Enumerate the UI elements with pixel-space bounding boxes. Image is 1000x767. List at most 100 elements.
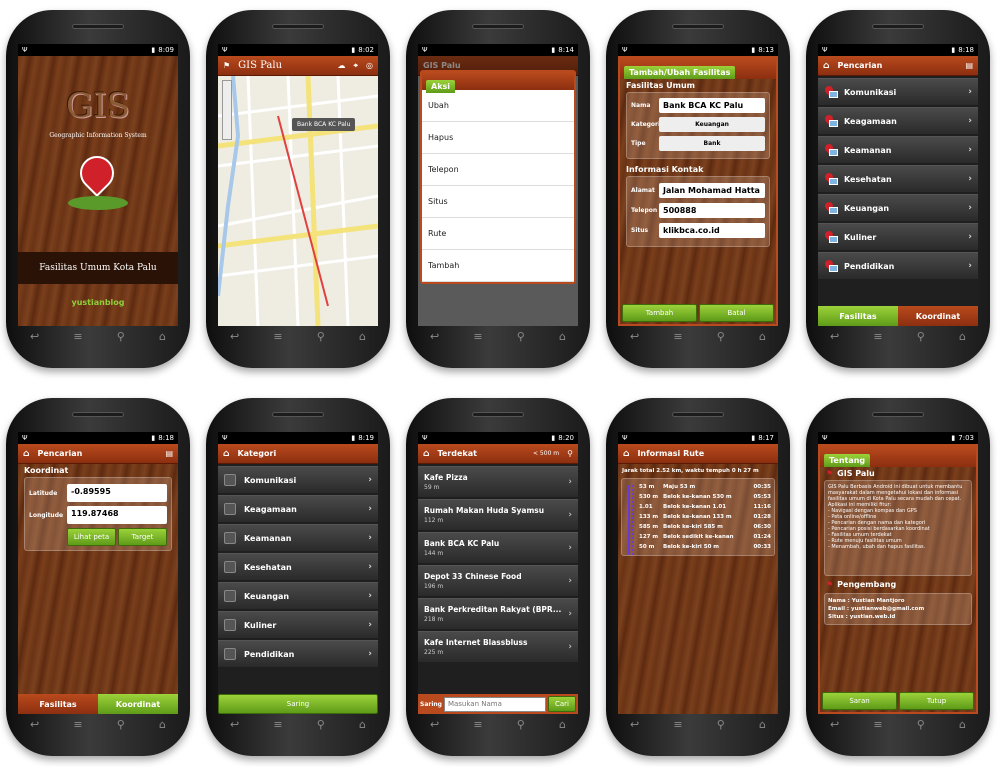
tutup-button[interactable]: Tutup <box>899 692 974 710</box>
menu-icon[interactable]: ≡ <box>873 718 882 734</box>
home-icon[interactable]: ⌂ <box>223 449 229 459</box>
list-item[interactable]: Keuangan › <box>218 582 378 609</box>
list-item[interactable]: Komunikasi › <box>218 466 378 493</box>
search-icon[interactable]: ⚲ <box>717 330 725 346</box>
menu-icon[interactable]: ≡ <box>273 718 282 734</box>
back-icon[interactable]: ↩ <box>830 718 839 734</box>
situs-field[interactable]: klikbca.co.id <box>659 223 765 238</box>
tab-fasilitas[interactable]: Fasilitas <box>818 306 898 326</box>
radius-label[interactable]: < 500 m <box>533 450 559 457</box>
home-icon[interactable]: ⌂ <box>159 330 166 346</box>
list-item[interactable]: Keagamaan › <box>218 495 378 522</box>
dev-email[interactable]: Email : yustianweb@gmail.com <box>828 605 968 613</box>
cloud-icon[interactable]: ☁ <box>338 61 346 70</box>
menu-icon[interactable]: ≡ <box>73 330 82 346</box>
aksi-item[interactable]: Tambah <box>422 250 574 282</box>
menu-icon[interactable]: ≡ <box>73 718 82 734</box>
list-item[interactable]: Keagamaan › <box>818 107 978 134</box>
aksi-item[interactable]: Telepon <box>422 154 574 186</box>
search-icon[interactable]: ⚲ <box>317 330 325 346</box>
aksi-item[interactable]: Ubah <box>422 90 574 122</box>
list-item[interactable]: Bank BCA KC Palu 144 m › <box>418 532 578 563</box>
map-callout[interactable]: Bank BCA KC Palu <box>292 118 356 131</box>
checkbox[interactable] <box>224 619 236 631</box>
back-icon[interactable]: ↩ <box>430 718 439 734</box>
tab-koordinat[interactable]: Koordinat <box>98 694 178 714</box>
back-icon[interactable]: ↩ <box>230 330 239 346</box>
cari-button[interactable]: Cari <box>548 696 576 712</box>
tab-fasilitas[interactable]: Fasilitas <box>18 694 98 714</box>
home-icon[interactable]: ⌂ <box>823 61 829 71</box>
home-icon[interactable]: ⌂ <box>759 330 766 346</box>
home-icon[interactable]: ⌂ <box>359 330 366 346</box>
back-icon[interactable]: ↩ <box>630 330 639 346</box>
lihat-peta-button[interactable]: Lihat peta <box>67 528 116 546</box>
list-item[interactable]: Kesehatan › <box>818 165 978 192</box>
kategori-select[interactable]: Keuangan <box>659 117 765 132</box>
back-icon[interactable]: ↩ <box>430 330 439 346</box>
search-icon[interactable]: ⚲ <box>517 330 525 346</box>
notes-icon[interactable]: ▤ <box>165 449 173 458</box>
home-icon[interactable]: ⌂ <box>159 718 166 734</box>
list-item[interactable]: Keamanan › <box>218 524 378 551</box>
menu-icon[interactable]: ≡ <box>273 330 282 346</box>
checkbox[interactable] <box>224 474 236 486</box>
home-icon[interactable]: ⌂ <box>423 449 429 459</box>
longitude-field[interactable]: 119.87468 <box>67 506 167 524</box>
target-button[interactable]: Target <box>118 528 167 546</box>
home-icon[interactable]: ⌂ <box>759 718 766 734</box>
search-input[interactable] <box>443 696 546 712</box>
checkbox[interactable] <box>224 503 236 515</box>
telepon-field[interactable]: 500888 <box>659 203 765 218</box>
tipe-select[interactable]: Bank <box>659 136 765 151</box>
back-icon[interactable]: ↩ <box>630 718 639 734</box>
search-icon[interactable]: ⚲ <box>717 718 725 734</box>
search-icon[interactable]: ⚲ <box>567 449 573 458</box>
list-item[interactable]: Kuliner › <box>818 223 978 250</box>
back-icon[interactable]: ↩ <box>830 330 839 346</box>
back-icon[interactable]: ↩ <box>30 718 39 734</box>
menu-icon[interactable]: ≡ <box>673 718 682 734</box>
aksi-item[interactable]: Rute <box>422 218 574 250</box>
alamat-field[interactable]: Jalan Mohamad Hatta <box>659 183 765 198</box>
list-item[interactable]: Komunikasi › <box>818 78 978 105</box>
checkbox[interactable] <box>224 532 236 544</box>
list-item[interactable]: Kesehatan › <box>218 553 378 580</box>
list-item[interactable]: Keuangan › <box>818 194 978 221</box>
list-item[interactable]: Kafe Pizza 59 m › <box>418 466 578 497</box>
search-icon[interactable]: ⚲ <box>917 330 925 346</box>
list-item[interactable]: Pendidikan › <box>218 640 378 667</box>
dev-situs[interactable]: Situs : yustian.web.id <box>828 613 968 621</box>
location-icon[interactable]: ⌖ <box>354 61 359 71</box>
saring-button[interactable]: Saring <box>218 694 378 714</box>
menu-icon[interactable]: ≡ <box>473 718 482 734</box>
list-item[interactable]: Keamanan › <box>818 136 978 163</box>
batal-button[interactable]: Batal <box>699 304 774 322</box>
aksi-item[interactable]: Situs <box>422 186 574 218</box>
search-icon[interactable]: ⚲ <box>317 718 325 734</box>
menu-icon[interactable]: ≡ <box>873 330 882 346</box>
home-icon[interactable]: ⌂ <box>959 330 966 346</box>
zoom-control[interactable] <box>222 80 232 140</box>
list-item[interactable]: Depot 33 Chinese Food 196 m › <box>418 565 578 596</box>
checkbox[interactable] <box>224 561 236 573</box>
list-item[interactable]: Bank Perkreditan Rakyat (BPR... 218 m › <box>418 598 578 629</box>
tambah-button[interactable]: Tambah <box>622 304 697 322</box>
latitude-field[interactable]: -0.89595 <box>67 484 167 502</box>
home-icon[interactable]: ⌂ <box>559 330 566 346</box>
back-icon[interactable]: ↩ <box>30 330 39 346</box>
home-icon[interactable]: ⌂ <box>559 718 566 734</box>
search-icon[interactable]: ⚲ <box>517 718 525 734</box>
tab-koordinat[interactable]: Koordinat <box>898 306 978 326</box>
home-icon[interactable]: ⌂ <box>959 718 966 734</box>
list-item[interactable]: Kafe Internet Blassbluss 225 m › <box>418 631 578 662</box>
search-icon[interactable]: ⚲ <box>117 718 125 734</box>
back-icon[interactable]: ↩ <box>230 718 239 734</box>
map-view[interactable]: Bank BCA KC Palu <box>218 76 378 326</box>
saran-button[interactable]: Saran <box>822 692 897 710</box>
notes-icon[interactable]: ▤ <box>965 61 973 70</box>
aksi-item[interactable]: Hapus <box>422 122 574 154</box>
home-icon[interactable]: ⌂ <box>623 449 629 459</box>
list-item[interactable]: Rumah Makan Huda Syamsu 112 m › <box>418 499 578 530</box>
menu-icon[interactable]: ≡ <box>673 330 682 346</box>
